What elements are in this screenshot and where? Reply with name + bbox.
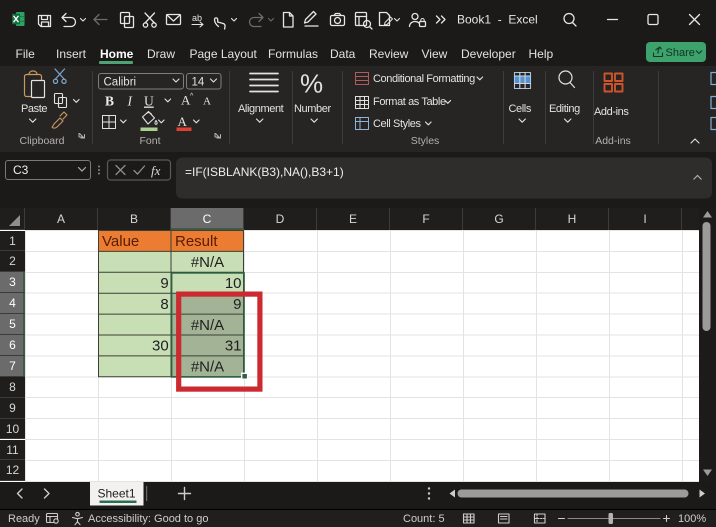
svg-text:8: 8 bbox=[160, 296, 168, 313]
svg-text:9: 9 bbox=[233, 296, 241, 313]
svg-text:30: 30 bbox=[152, 338, 169, 355]
svg-text:#N/A: #N/A bbox=[191, 254, 224, 271]
svg-text:#N/A: #N/A bbox=[191, 359, 224, 376]
svg-text:#N/A: #N/A bbox=[191, 317, 224, 334]
svg-text:9: 9 bbox=[160, 275, 168, 292]
svg-text:31: 31 bbox=[225, 338, 242, 355]
svg-text:Value: Value bbox=[102, 233, 139, 250]
svg-text:Sheet1: Sheet1 bbox=[97, 487, 135, 501]
svg-text:Result: Result bbox=[175, 233, 218, 250]
svg-text:10: 10 bbox=[225, 275, 242, 292]
